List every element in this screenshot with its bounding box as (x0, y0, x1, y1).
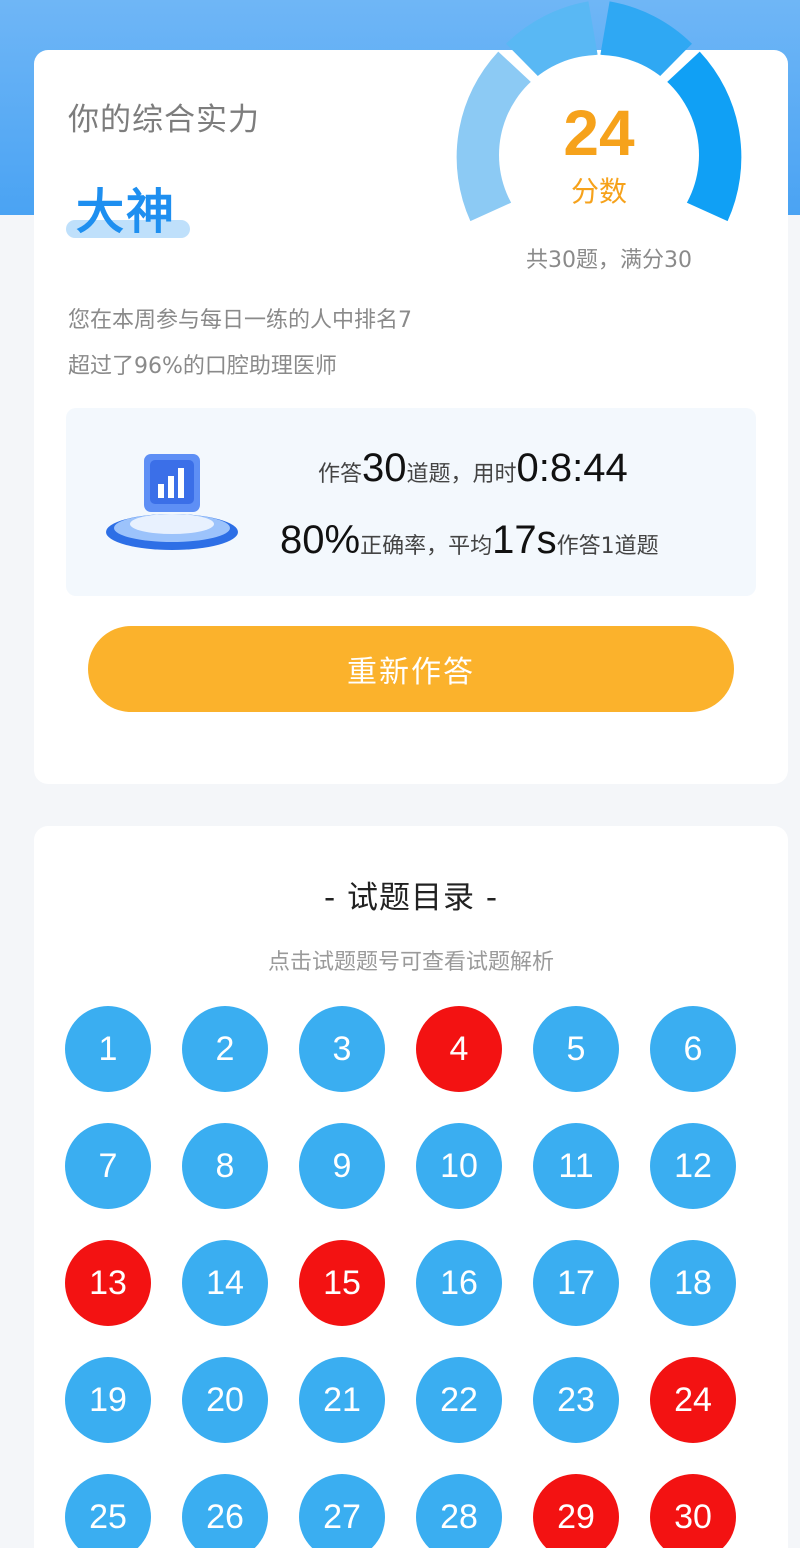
level-title: 你的综合实力 (68, 102, 260, 138)
score-card: 你的综合实力 大神 24 分数 共30题，满分30 您在本周参与每日一练的人中排… (34, 1, 788, 784)
surpass-text: 超过了96%的口腔助理医师 (68, 354, 337, 379)
question-number-button[interactable]: 13 (65, 1240, 151, 1326)
question-number-button[interactable]: 9 (299, 1123, 385, 1209)
question-number-button[interactable]: 21 (299, 1357, 385, 1443)
question-number-button[interactable]: 12 (650, 1123, 736, 1209)
level-badge: 大神 (66, 172, 190, 240)
question-number-button[interactable]: 25 (65, 1474, 151, 1548)
catalog-subtitle: 点击试题题号可查看试题解析 (267, 950, 554, 975)
question-number-button[interactable]: 3 (299, 1006, 385, 1092)
score-value: 24 (563, 97, 635, 169)
question-number-button[interactable]: 15 (299, 1240, 385, 1326)
catalog-title: - 试题目录 - (323, 880, 499, 916)
question-number-button[interactable]: 5 (533, 1006, 619, 1092)
question-number-button[interactable]: 17 (533, 1240, 619, 1326)
time-used: 0:8:44 (516, 446, 628, 490)
accuracy-stats: 80%正确率，平均17s作答1道题 (280, 518, 659, 562)
question-number-button[interactable]: 10 (416, 1123, 502, 1209)
avg-time: 17s (492, 518, 557, 562)
question-number-button[interactable]: 11 (533, 1123, 619, 1209)
accuracy-value: 80% (280, 518, 361, 562)
chart-icon (106, 454, 238, 550)
question-number-button[interactable]: 4 (416, 1006, 502, 1092)
answered-count: 30 (362, 446, 407, 490)
question-catalog-card: - 试题目录 - 点击试题题号可查看试题解析 1 2 3 4 5 6 7 8 9 10 11 12 13… (34, 826, 788, 1548)
question-number-button[interactable]: 28 (416, 1474, 502, 1548)
question-number-button[interactable]: 16 (416, 1240, 502, 1326)
question-number-button[interactable]: 8 (182, 1123, 268, 1209)
question-number-button[interactable]: 24 (650, 1357, 736, 1443)
question-number-button[interactable]: 29 (533, 1474, 619, 1548)
question-number-button[interactable]: 26 (182, 1474, 268, 1548)
stats-box: 作答30道题，用时0:8:44 80%正确率，平均17s作答1道题 (66, 408, 756, 596)
score-total: 共30题，满分30 (526, 248, 692, 273)
question-number-button[interactable]: 30 (650, 1474, 736, 1548)
question-number-button[interactable]: 14 (182, 1240, 268, 1326)
question-number-button[interactable]: 22 (416, 1357, 502, 1443)
question-number-button[interactable]: 18 (650, 1240, 736, 1326)
question-number-button[interactable]: 23 (533, 1357, 619, 1443)
retry-button[interactable]: 重新作答 (88, 626, 734, 712)
question-number-button[interactable]: 20 (182, 1357, 268, 1443)
score-label: 分数 (570, 175, 627, 208)
question-number-button[interactable]: 2 (182, 1006, 268, 1092)
answered-stats: 作答30道题，用时0:8:44 (318, 446, 628, 490)
question-number-button[interactable]: 7 (65, 1123, 151, 1209)
question-number-button[interactable]: 27 (299, 1474, 385, 1548)
rank-text: 您在本周参与每日一练的人中排名7 (68, 308, 412, 333)
question-number-button[interactable]: 1 (65, 1006, 151, 1092)
question-number-button[interactable]: 19 (65, 1357, 151, 1443)
question-number-button[interactable]: 6 (650, 1006, 736, 1092)
level-text: 大神 (76, 184, 177, 240)
